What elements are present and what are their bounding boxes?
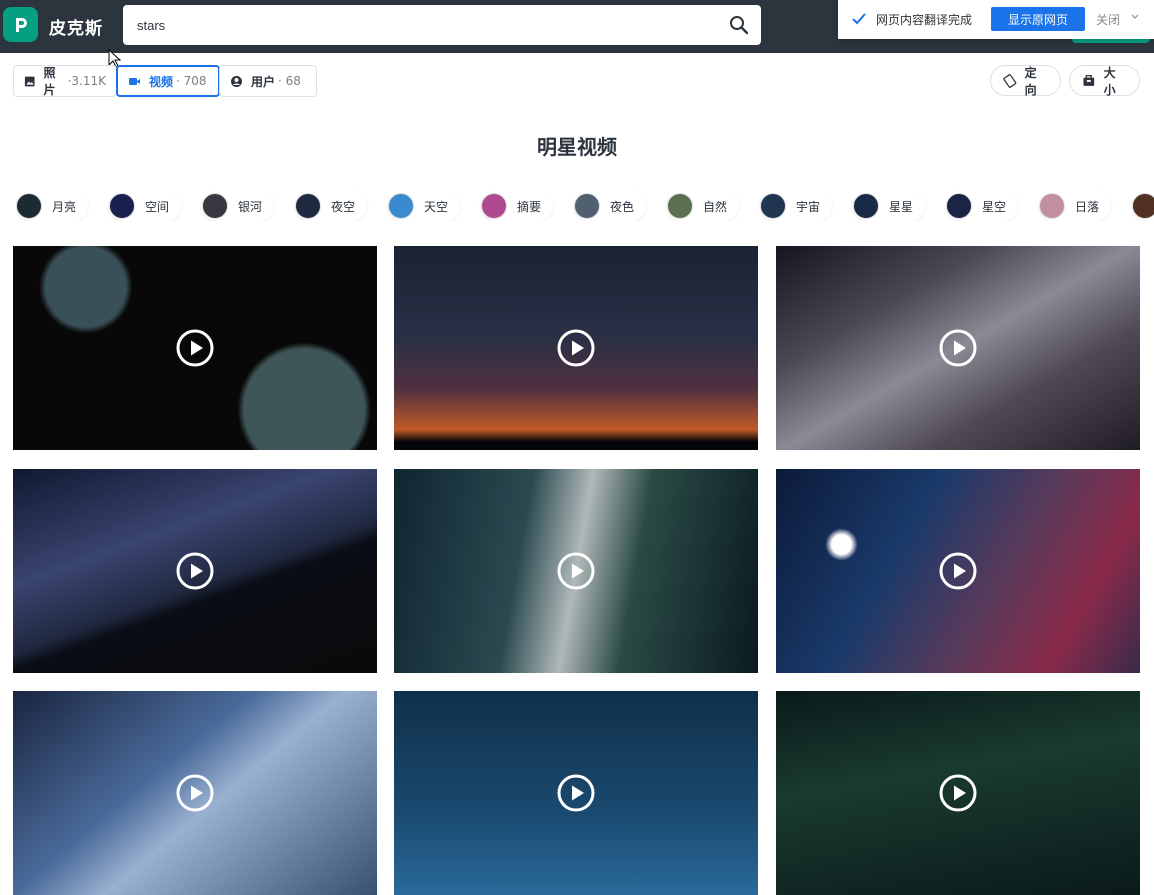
- chip-thumbnail: [760, 193, 786, 219]
- play-icon[interactable]: [176, 774, 214, 812]
- search-icon[interactable]: [729, 15, 749, 35]
- video-thumbnail[interactable]: [13, 691, 377, 895]
- chip-label: 日落: [1075, 199, 1100, 214]
- chip-label: 天空: [424, 199, 449, 214]
- tab-label: 用户: [251, 74, 276, 89]
- related-search-chip[interactable]: 夜空: [295, 191, 368, 221]
- play-icon[interactable]: [557, 774, 595, 812]
- related-search-chip[interactable]: 自然: [667, 191, 740, 221]
- brand-name[interactable]: 皮克斯: [49, 14, 103, 39]
- related-search-chip[interactable]: 摘要: [481, 191, 554, 221]
- search-type-tabs: 照片 ·3.11K 视频 · 708 用户 · 68: [13, 65, 317, 97]
- orientation-label: 定向: [1024, 65, 1037, 97]
- related-search-chip[interactable]: 月亮: [16, 191, 89, 221]
- play-icon[interactable]: [176, 552, 214, 590]
- video-thumbnail[interactable]: [776, 246, 1140, 450]
- video-camera-icon: [129, 77, 140, 85]
- image-icon: [24, 76, 35, 86]
- video-thumbnail[interactable]: [776, 691, 1140, 895]
- size-label: 大小: [1103, 65, 1116, 97]
- video-thumbnail[interactable]: [394, 691, 758, 895]
- chip-label: 空间: [145, 199, 170, 214]
- show-original-button[interactable]: 显示原网页: [991, 7, 1085, 31]
- logo-icon[interactable]: [3, 7, 38, 42]
- play-icon[interactable]: [939, 774, 977, 812]
- chip-thumbnail: [388, 193, 414, 219]
- tab-label: 视频: [149, 74, 174, 89]
- chip-thumbnail: [481, 193, 507, 219]
- page-title: 明星视频: [537, 135, 617, 159]
- tab-count: ·3.11K: [67, 74, 106, 88]
- related-search-chip[interactable]: 天空: [388, 191, 461, 221]
- related-search-chip[interactable]: [1132, 191, 1154, 221]
- chip-thumbnail: [109, 193, 135, 219]
- translate-message: 网页内容翻译完成: [876, 13, 973, 27]
- chip-label: 月亮: [52, 199, 77, 214]
- tab-photos[interactable]: 照片 ·3.11K: [13, 65, 117, 97]
- translate-notification: 网页内容翻译完成 显示原网页 关闭: [838, 0, 1154, 39]
- tab-count: · 68: [278, 74, 301, 88]
- tab-videos[interactable]: 视频 · 708: [116, 65, 220, 97]
- check-icon: [852, 13, 866, 25]
- play-icon[interactable]: [939, 552, 977, 590]
- chip-label: 星空: [982, 199, 1007, 214]
- related-search-chip[interactable]: 银河: [202, 191, 275, 221]
- play-icon[interactable]: [557, 552, 595, 590]
- chip-thumbnail: [202, 193, 228, 219]
- size-icon: [1083, 74, 1095, 86]
- chip-label: 夜空: [331, 199, 356, 214]
- chip-thumbnail: [946, 193, 972, 219]
- chip-label: 摘要: [517, 199, 542, 214]
- chip-thumbnail: [1132, 193, 1154, 219]
- video-thumbnail[interactable]: [394, 469, 758, 673]
- related-search-chip[interactable]: 宇宙: [760, 191, 833, 221]
- chip-thumbnail: [295, 193, 321, 219]
- chip-thumbnail: [667, 193, 693, 219]
- related-searches: 月亮 空间 银河 夜空 天空 摘要 夜色 自然 宇宙 星星 星空 日落: [16, 191, 1154, 221]
- play-icon[interactable]: [176, 329, 214, 367]
- search-box: [123, 5, 761, 45]
- chip-label: 宇宙: [796, 199, 821, 214]
- related-search-chip[interactable]: 星空: [946, 191, 1019, 221]
- chip-thumbnail: [16, 193, 42, 219]
- related-search-chip[interactable]: 星星: [853, 191, 926, 221]
- tab-count: · 708: [176, 74, 207, 88]
- orientation-icon: [1003, 73, 1017, 88]
- chip-thumbnail: [853, 193, 879, 219]
- chip-label: 夜色: [610, 199, 635, 214]
- related-search-chip[interactable]: 空间: [109, 191, 182, 221]
- related-search-chip[interactable]: 夜色: [574, 191, 647, 221]
- related-search-chip[interactable]: 日落: [1039, 191, 1112, 221]
- close-translate-button[interactable]: 关闭: [1096, 11, 1120, 28]
- chip-thumbnail: [574, 193, 600, 219]
- chevron-down-icon[interactable]: [1130, 12, 1140, 22]
- tab-label: 照片: [43, 66, 56, 97]
- chip-label: 自然: [703, 199, 728, 214]
- video-thumbnail[interactable]: [13, 469, 377, 673]
- video-thumbnail[interactable]: [394, 246, 758, 450]
- user-icon: [231, 75, 242, 87]
- search-input[interactable]: [137, 15, 697, 35]
- size-filter-button[interactable]: 大小: [1069, 65, 1140, 97]
- play-icon[interactable]: [557, 329, 595, 367]
- chip-thumbnail: [1039, 193, 1065, 219]
- chip-label: 星星: [889, 199, 914, 214]
- video-thumbnail[interactable]: [776, 469, 1140, 673]
- video-thumbnail[interactable]: [13, 246, 377, 450]
- chip-label: 银河: [238, 199, 263, 214]
- orientation-filter-button[interactable]: 定向: [990, 65, 1061, 97]
- play-icon[interactable]: [939, 329, 977, 367]
- tab-users[interactable]: 用户 · 68: [219, 65, 317, 97]
